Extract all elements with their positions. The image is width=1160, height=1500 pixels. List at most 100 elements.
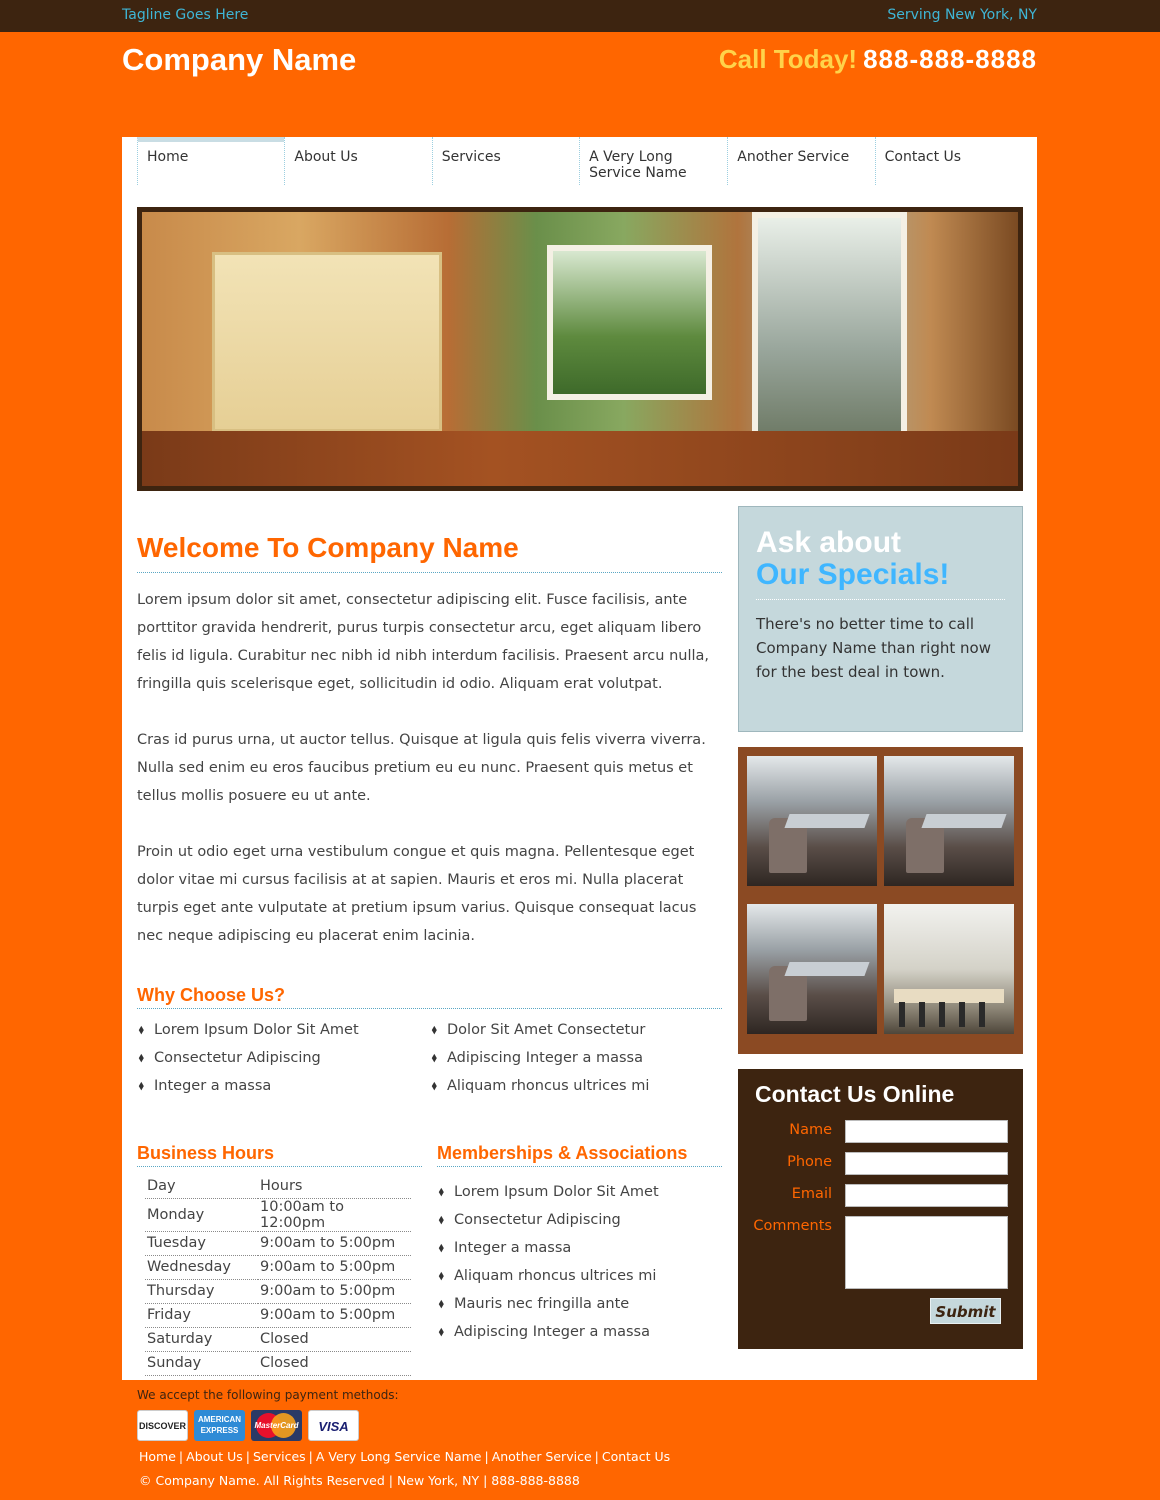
hours-cell: 9:00am to 5:00pm (258, 1231, 411, 1256)
submit-button[interactable]: Submit (930, 1298, 1001, 1324)
day-cell: Sunday (145, 1351, 258, 1376)
list-item: Integer a massa (437, 1234, 722, 1262)
gallery-thumbnail[interactable] (747, 756, 877, 886)
nav-home[interactable]: Home (137, 137, 285, 185)
hero-kitchen-cabinets (212, 252, 442, 432)
phone-field[interactable] (845, 1152, 1008, 1175)
specials-heading-2: Our Specials! (756, 559, 1005, 600)
gallery-thumbnail[interactable] (747, 903, 877, 1034)
footer-link-another-service[interactable]: Another Service (492, 1449, 592, 1464)
footer-link-services[interactable]: Services (253, 1449, 306, 1464)
email-field[interactable] (845, 1184, 1008, 1207)
specials-text: There's no better time to call Company N… (756, 615, 991, 681)
hero-window (547, 245, 712, 400)
business-hours-title: Business Hours (137, 1143, 422, 1167)
amex-card-icon: AMERICAN EXPRESS (194, 1410, 245, 1441)
mastercard-text: MasterCard (254, 1421, 299, 1430)
why-list-1: Lorem Ipsum Dolor Sit Amet Consectetur A… (137, 1016, 427, 1100)
contact-title: Contact Us Online (755, 1081, 955, 1107)
nav-another-service[interactable]: Another Service (727, 137, 874, 185)
contact-form: Contact Us Online Name Phone Email Comme… (738, 1069, 1023, 1349)
hero-floor (142, 431, 1018, 486)
amex-line-2: EXPRESS (200, 1426, 239, 1435)
hours-cell: Closed (258, 1327, 411, 1352)
list-item: Dolor Sit Amet Consectetur (430, 1016, 720, 1044)
table-header-day: Day (145, 1174, 258, 1199)
hours-cell: 9:00am to 5:00pm (258, 1255, 411, 1280)
list-item: Mauris nec fringilla ante (437, 1290, 722, 1318)
table-row: Day Hours (145, 1174, 411, 1199)
list-item: Aliquam rhoncus ultrices mi (430, 1072, 720, 1100)
memberships-title: Memberships & Associations (437, 1143, 722, 1167)
day-cell: Saturday (145, 1327, 258, 1352)
table-row: Friday 9:00am to 5:00pm (145, 1303, 411, 1328)
nav-contact-us[interactable]: Contact Us (874, 137, 1022, 185)
table-row: Thursday 9:00am to 5:00pm (145, 1279, 411, 1304)
email-label: Email (791, 1186, 832, 1202)
table-row: Wednesday 9:00am to 5:00pm (145, 1255, 411, 1280)
service-area: Serving New York, NY (887, 7, 1037, 23)
hours-cell: 9:00am to 5:00pm (258, 1279, 411, 1304)
nav-long-service[interactable]: A Very Long Service Name (579, 137, 727, 185)
hero-banner (137, 207, 1023, 491)
amex-line-1: AMERICAN (197, 1415, 242, 1424)
table-row: Monday 10:00am to 12:00pm (145, 1198, 411, 1232)
hours-cell: 9:00am to 5:00pm (258, 1303, 411, 1328)
specials-box[interactable]: Ask about Our Specials! There's no bette… (738, 506, 1023, 732)
list-item: Aliquam rhoncus ultrices mi (437, 1262, 722, 1290)
specials-heading-1: Ask about (756, 526, 902, 559)
footer-link-about[interactable]: About Us (186, 1449, 243, 1464)
footer-link-home[interactable]: Home (139, 1449, 176, 1464)
welcome-title: Welcome To Company Name (137, 532, 722, 573)
welcome-text: Lorem ipsum dolor sit amet, consectetur … (137, 586, 712, 978)
paragraph: Proin ut odio eget urna vestibulum congu… (137, 844, 697, 944)
name-field[interactable] (845, 1120, 1008, 1143)
day-cell: Monday (145, 1198, 258, 1232)
gallery-thumbnail[interactable] (884, 903, 1014, 1034)
tagline: Tagline Goes Here (122, 7, 249, 23)
hours-cell: Closed (258, 1351, 411, 1376)
copyright: © Company Name. All Rights Reserved | Ne… (139, 1473, 580, 1488)
payment-methods-text: We accept the following payment methods: (137, 1388, 399, 1402)
list-item: Adipiscing Integer a massa (437, 1318, 722, 1346)
hero-sliding-door (752, 212, 907, 440)
thumb-table (784, 814, 870, 828)
footer-links: Home | About Us | Services | A Very Long Servi… (139, 1449, 671, 1464)
comments-field[interactable] (845, 1216, 1008, 1289)
list-item: Lorem Ipsum Dolor Sit Amet (137, 1016, 427, 1044)
list-item: Lorem Ipsum Dolor Sit Amet (437, 1178, 722, 1206)
name-label: Name (789, 1122, 832, 1138)
table-row: Saturday Closed (145, 1327, 411, 1352)
table-row: Tuesday 9:00am to 5:00pm (145, 1231, 411, 1256)
top-bar: Tagline Goes Here Serving New York, NY (0, 0, 1160, 32)
nav-about-us[interactable]: About Us (284, 137, 431, 185)
call-today: Call Today! 888-888-8888 (719, 44, 1037, 75)
footer-link-long-service[interactable]: A Very Long Service Name (316, 1449, 482, 1464)
hero-image (142, 212, 1018, 486)
header-phone[interactable]: 888-888-8888 (863, 44, 1037, 74)
gallery-thumbnail[interactable] (884, 756, 1014, 886)
day-cell: Thursday (145, 1279, 258, 1304)
thumb-table (921, 814, 1007, 828)
paragraph: Cras id purus urna, ut auctor tellus. Qu… (137, 732, 706, 804)
thumb-table (784, 961, 870, 976)
list-item: Adipiscing Integer a massa (430, 1044, 720, 1072)
discover-card-icon: DISCOVER (137, 1410, 188, 1441)
list-item: Consectetur Adipiscing (137, 1044, 427, 1072)
mastercard-icon: MasterCard (251, 1410, 302, 1441)
business-hours-table: Day Hours Monday 10:00am to 12:00pm Tuesd… (145, 1174, 411, 1376)
table-row: Sunday Closed (145, 1351, 411, 1376)
photo-gallery (738, 747, 1023, 1054)
main-content: Home About Us Services A Very Long Servi… (122, 137, 1037, 1380)
phone-label: Phone (787, 1154, 832, 1170)
company-logo[interactable]: Company Name (122, 42, 356, 78)
why-choose-title: Why Choose Us? (137, 985, 722, 1009)
hours-cell: 10:00am to 12:00pm (258, 1198, 411, 1232)
memberships-list: Lorem Ipsum Dolor Sit Amet Consectetur A… (437, 1178, 722, 1346)
main-nav: Home About Us Services A Very Long Servi… (137, 137, 1022, 185)
thumb-counter (894, 988, 1004, 1003)
payment-cards: DISCOVER AMERICAN EXPRESS MasterCard VISA (137, 1410, 359, 1441)
footer-link-contact[interactable]: Contact Us (602, 1449, 670, 1464)
call-today-label: Call Today! (718, 44, 858, 74)
nav-services[interactable]: Services (431, 137, 579, 185)
